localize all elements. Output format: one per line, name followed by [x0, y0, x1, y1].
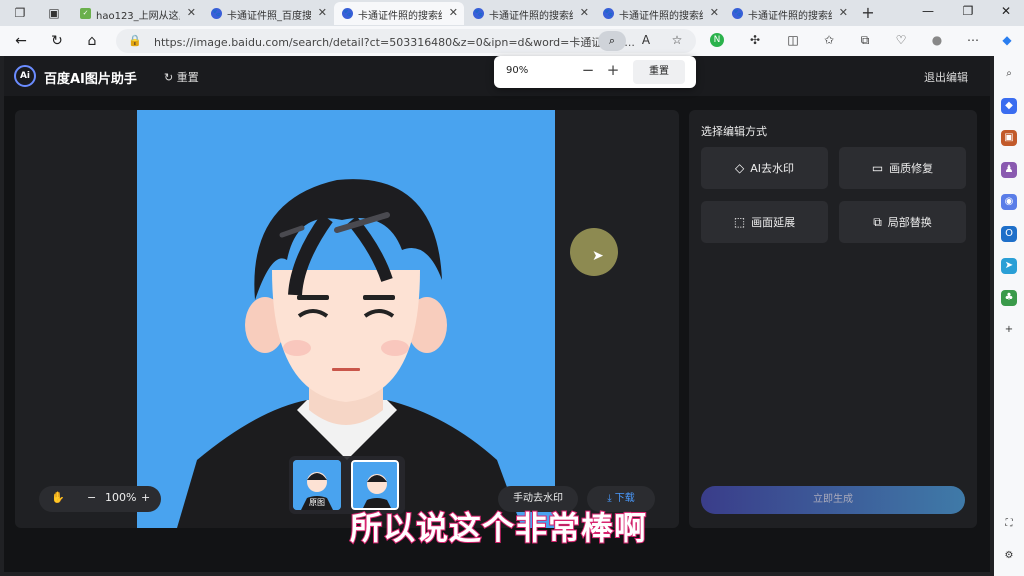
reset-label: 重置 [176, 71, 199, 84]
option-label: 画面延展 [751, 216, 796, 229]
vertical-tabs-icon[interactable]: ▣ [46, 5, 62, 21]
zoom-level: 90% [506, 65, 529, 76]
outlook-icon[interactable]: O [1001, 226, 1017, 242]
more-menu-icon[interactable]: ⋯ [964, 33, 982, 47]
browser-essentials-icon[interactable]: ♡ [892, 33, 910, 47]
new-tab-button[interactable]: + [860, 5, 876, 21]
hd-icon: ▭ [871, 161, 884, 175]
reset-button[interactable]: ↻ 重置 [164, 69, 199, 85]
url-text[interactable]: https://image.baidu.com/search/detail?ct… [154, 34, 674, 50]
tab-title: 卡通证件照的搜索结果 [619, 11, 703, 22]
tab-result-4[interactable]: 🐾 卡通证件照的搜索结果 ✕ [724, 2, 854, 25]
refresh-icon: ↻ [164, 71, 177, 84]
exit-edit-button[interactable]: 退出编辑 [924, 69, 968, 85]
close-icon[interactable]: ✕ [710, 6, 719, 19]
tools-icon[interactable]: ▣ [1001, 130, 1017, 146]
baidu-icon: 🐾 [473, 8, 484, 19]
favorite-star-icon[interactable]: ☆ [668, 33, 686, 47]
image-expand-button[interactable]: ⬚ 画面延展 [701, 201, 828, 243]
partial-replace-button[interactable]: ⧉ 局部替换 [839, 201, 966, 243]
option-label: 画质修复 [889, 162, 934, 175]
zoom-reset-button[interactable]: 重置 [633, 60, 685, 84]
home-icon[interactable]: ⌂ [83, 32, 101, 50]
back-icon[interactable]: ← [12, 32, 30, 50]
hand-tool-icon[interactable]: ✋ [51, 491, 65, 504]
cursor-arrow-icon: ➤ [592, 248, 604, 264]
tab-active[interactable]: 🐾 卡通证件照的搜索结果 ✕ [334, 2, 464, 25]
expand-icon: ⬚ [733, 215, 746, 229]
games-icon[interactable]: ♟ [1001, 162, 1017, 178]
collections-icon[interactable]: ⧉ [856, 33, 874, 48]
cursor-highlight: ➤ [570, 228, 618, 276]
workspace: ✋ − 100% + 原图 手动去水印 ⤓ 下载 选择编辑方式 ◇ AI去水印 ▭… [4, 96, 990, 572]
eraser-icon: ◇ [734, 161, 745, 175]
canvas-zoom-in-button[interactable]: + [141, 491, 150, 504]
send-icon[interactable]: ➤ [1001, 258, 1017, 274]
replace-icon: ⧉ [873, 215, 882, 229]
close-icon[interactable]: ✕ [839, 6, 848, 19]
generate-button[interactable]: 立即生成 [701, 486, 965, 514]
thumb-original[interactable]: 原图 [293, 460, 341, 510]
video-subtitle: 所以说这个非常棒啊 [349, 508, 648, 548]
tab-hao123[interactable]: ✓ hao123_上网从这里开始 ✕ [72, 2, 202, 25]
copilot-icon[interactable]: ◆ [998, 33, 1016, 47]
office-icon[interactable]: ◉ [1001, 194, 1017, 210]
settings-gear-icon[interactable]: ⚙ [1001, 548, 1017, 564]
profile-avatar-icon[interactable]: ● [928, 33, 946, 47]
canvas-zoom-control: ✋ − 100% + [39, 486, 161, 512]
baidu-icon: 🐾 [732, 8, 743, 19]
option-label: 局部替换 [887, 216, 932, 229]
zoom-in-button[interactable]: + [605, 62, 621, 78]
edit-panel: 选择编辑方式 ◇ AI去水印 ▭ 画质修复 ⬚ 画面延展 ⧉ 局部替换 立即生成 [689, 110, 977, 528]
browser-toolbar: ← ↻ ⌂ 🔒 https://image.baidu.com/search/d… [0, 26, 1024, 56]
thumb-label: 原图 [309, 498, 325, 507]
tab-title: 卡通证件照_百度搜索 [227, 11, 311, 22]
read-aloud-icon[interactable]: A [637, 33, 655, 47]
screenshot-icon[interactable]: ⛶ [1001, 516, 1017, 532]
refresh-icon[interactable]: ↻ [48, 32, 66, 50]
app-title: 百度AI图片助手 [44, 72, 137, 87]
canvas-zoom-out-button[interactable]: − [87, 491, 96, 504]
canvas-zoom-value: 100% [105, 491, 137, 504]
search-icon[interactable]: ⌕ [1001, 66, 1017, 82]
workspaces-icon[interactable]: ❐ [12, 5, 28, 21]
baidu-icon: 🐾 [603, 8, 614, 19]
lock-icon[interactable]: 🔒 [128, 34, 142, 47]
zoom-indicator-icon[interactable]: ⌕ [598, 31, 626, 51]
minimize-icon[interactable]: — [918, 4, 938, 18]
edge-sidebar: ⌕ ◆ ▣ ♟ ◉ O ➤ ♣ + ⛶ ⚙ [994, 56, 1024, 576]
close-icon[interactable]: ✕ [318, 6, 327, 19]
ai-watermark-remove-button[interactable]: ◇ AI去水印 [701, 147, 828, 189]
option-label: AI去水印 [750, 162, 794, 175]
extensions-icon[interactable]: ✣ [746, 33, 764, 47]
zoom-popup: 90% − + 重置 [494, 56, 696, 88]
restore-icon[interactable]: ❐ [958, 4, 978, 18]
tab-result-2[interactable]: 🐾 卡通证件照的搜索结果 ✕ [465, 2, 595, 25]
browser-tab-bar: ❐ ▣ ✓ hao123_上网从这里开始 ✕ 🐾 卡通证件照_百度搜索 ✕ 🐾 … [0, 0, 1024, 26]
tree-icon[interactable]: ♣ [1001, 290, 1017, 306]
tab-title: 卡通证件照的搜索结果 [489, 11, 573, 22]
quality-repair-button[interactable]: ▭ 画质修复 [839, 147, 966, 189]
split-screen-icon[interactable]: ◫ [784, 33, 802, 47]
tab-title: 卡通证件照的搜索结果 [358, 11, 442, 22]
tab-baidu-search[interactable]: 🐾 卡通证件照_百度搜索 ✕ [203, 2, 333, 25]
baidu-icon: 🐾 [211, 8, 222, 19]
close-icon[interactable]: ✕ [580, 6, 589, 19]
extension-icon[interactable]: N [710, 33, 724, 47]
canvas-panel: ✋ − 100% + 原图 手动去水印 ⤓ 下载 [15, 110, 679, 528]
window-close-icon[interactable]: ✕ [996, 4, 1016, 18]
edit-panel-title: 选择编辑方式 [701, 125, 767, 138]
close-icon[interactable]: ✕ [449, 6, 458, 19]
add-icon[interactable]: + [1001, 322, 1017, 338]
tab-title: 卡通证件照的搜索结果 [748, 11, 832, 22]
baidu-icon: 🐾 [342, 8, 353, 19]
favorites-icon[interactable]: ✩ [820, 33, 838, 47]
discover-icon[interactable]: ◆ [1001, 98, 1017, 114]
zoom-out-button[interactable]: − [580, 62, 596, 78]
tab-title: hao123_上网从这里开始 [96, 11, 180, 22]
close-icon[interactable]: ✕ [187, 6, 196, 19]
app-logo: Ai [14, 65, 36, 87]
hao123-icon: ✓ [80, 8, 91, 19]
tab-result-3[interactable]: 🐾 卡通证件照的搜索结果 ✕ [595, 2, 725, 25]
